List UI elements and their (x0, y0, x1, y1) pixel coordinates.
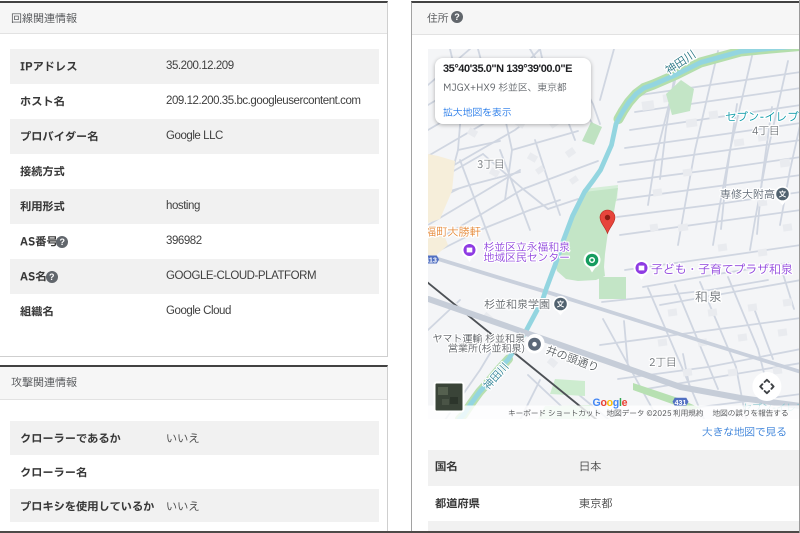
svg-text:413: 413 (428, 257, 437, 264)
svg-text:Google: Google (592, 397, 627, 409)
